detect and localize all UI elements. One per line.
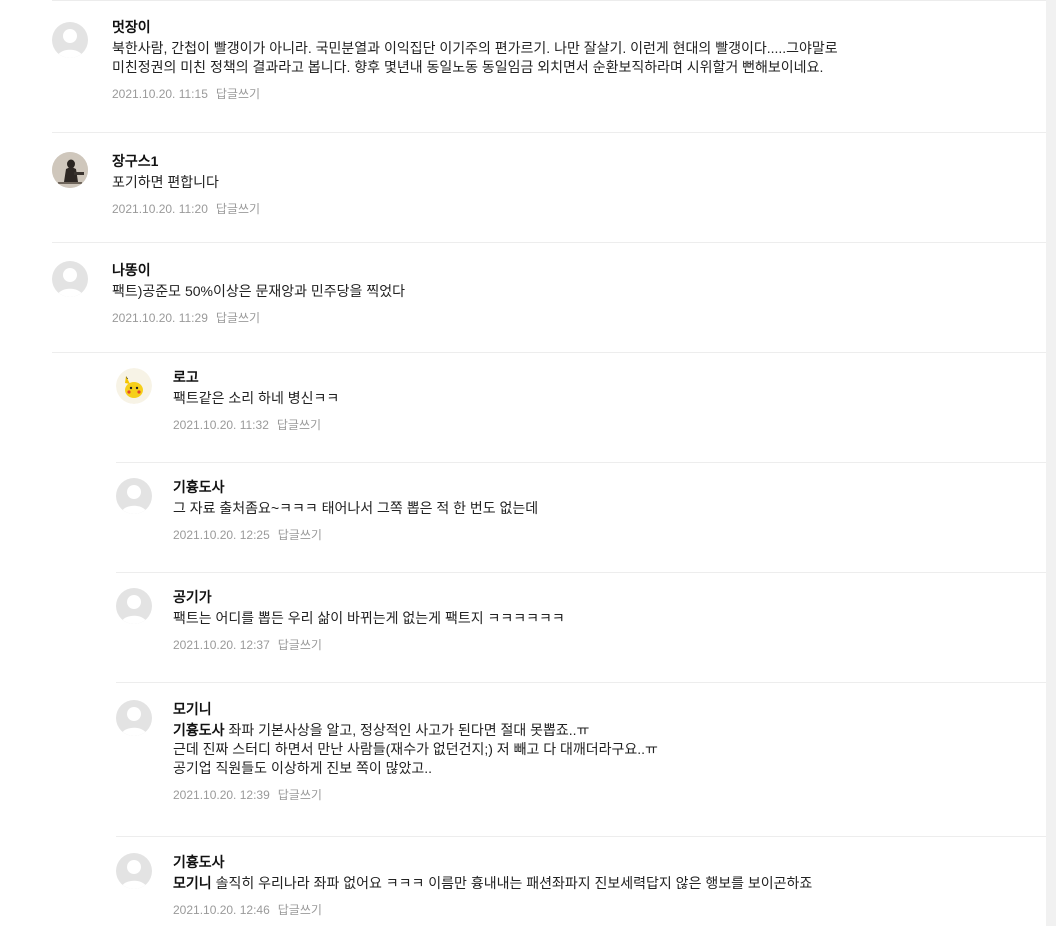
comment-divider [116, 572, 1046, 573]
comment-author[interactable]: 로고 [173, 368, 1046, 386]
comment-meta: 2021.10.20. 12:39 답글쓰기 [173, 787, 1046, 803]
comment-meta: 2021.10.20. 11:15 답글쓰기 [112, 86, 1046, 102]
default-avatar-icon[interactable] [116, 700, 152, 736]
reply-button[interactable]: 답글쓰기 [278, 903, 322, 917]
comment-date: 2021.10.20. 12:37 [173, 638, 270, 652]
comment-date: 2021.10.20. 12:25 [173, 528, 270, 542]
comment-meta: 2021.10.20. 12:37 답글쓰기 [173, 637, 1046, 653]
comment-text: 팩트같은 소리 하네 병신ㅋㅋ [173, 390, 340, 406]
reply-button[interactable]: 답글쓰기 [216, 87, 260, 101]
comment-text: 기흉도사 좌파 기본사상을 알고, 정상적인 사고가 된다면 절대 못뽑죠..ㅠ … [173, 722, 658, 776]
default-avatar-icon[interactable] [116, 588, 152, 624]
comment-date: 2021.10.20. 11:15 [112, 87, 208, 101]
comment-date: 2021.10.20. 12:46 [173, 903, 270, 917]
comment-author[interactable]: 모기니 [173, 700, 1046, 718]
comment-divider [52, 242, 1046, 243]
default-avatar-icon[interactable] [52, 22, 88, 58]
comment-meta: 2021.10.20. 12:25 답글쓰기 [173, 527, 1046, 543]
comment-date: 2021.10.20. 12:39 [173, 788, 270, 802]
comment-author[interactable]: 나똥이 [112, 261, 1046, 279]
comment-author[interactable]: 공기가 [173, 588, 1046, 606]
comment-divider [116, 462, 1046, 463]
default-avatar-icon[interactable] [116, 478, 152, 514]
reply-button[interactable]: 답글쓰기 [278, 788, 322, 802]
avatar[interactable] [52, 152, 88, 188]
reply-button[interactable]: 답글쓰기 [278, 638, 322, 652]
mention-link[interactable]: 기흉도사 [173, 722, 225, 738]
comment-meta: 2021.10.20. 11:20 답글쓰기 [112, 201, 1046, 217]
comment-divider [52, 352, 1046, 353]
comment-author[interactable]: 멋장이 [112, 18, 1046, 36]
comment-divider [116, 682, 1046, 683]
avatar[interactable] [116, 368, 152, 404]
comment-meta: 2021.10.20. 12:46 답글쓰기 [173, 902, 1046, 918]
comment-date: 2021.10.20. 11:29 [112, 311, 208, 325]
default-avatar-icon[interactable] [52, 261, 88, 297]
comment-text: 그 자료 출처좀요~ㅋㅋㅋ 태어나서 그쪽 뽑은 적 한 번도 없는데 [173, 500, 539, 516]
reply-button[interactable]: 답글쓰기 [278, 528, 322, 542]
comment-text: 포기하면 편합니다 [112, 174, 219, 190]
scrollbar[interactable] [1046, 0, 1056, 926]
reply-button[interactable]: 답글쓰기 [216, 202, 260, 216]
comment-date: 2021.10.20. 11:32 [173, 418, 269, 432]
default-avatar-icon[interactable] [116, 853, 152, 889]
comment-meta: 2021.10.20. 11:29 답글쓰기 [112, 310, 1046, 326]
comment-divider [52, 132, 1046, 133]
comment-date: 2021.10.20. 11:20 [112, 202, 208, 216]
reply-button[interactable]: 답글쓰기 [277, 418, 321, 432]
comment-text: 팩트는 어디를 뽑든 우리 삶이 바뀌는게 없는게 팩트지 ㅋㅋㅋㅋㅋㅋ [173, 610, 565, 626]
comment-author[interactable]: 기흉도사 [173, 853, 1046, 871]
reply-button[interactable]: 답글쓰기 [216, 311, 260, 325]
comment-author[interactable]: 기흉도사 [173, 478, 1046, 496]
comment-divider [116, 836, 1046, 837]
comment-author[interactable]: 장구스1 [112, 152, 1046, 170]
mention-link[interactable]: 모기니 [173, 875, 212, 891]
comment-meta: 2021.10.20. 11:32 답글쓰기 [173, 417, 1046, 433]
comment-text: 팩트)공준모 50%이상은 문재앙과 민주당을 찍었다 [112, 283, 405, 299]
comment-text: 북한사람, 간첩이 빨갱이가 아니라. 국민분열과 이익집단 이기주의 편가르기… [112, 40, 838, 75]
top-divider [52, 0, 1046, 1]
comment-text: 모기니 솔직히 우리나라 좌파 없어요 ㅋㅋㅋ 이름만 흉내내는 패션좌파지 진보… [173, 875, 813, 891]
